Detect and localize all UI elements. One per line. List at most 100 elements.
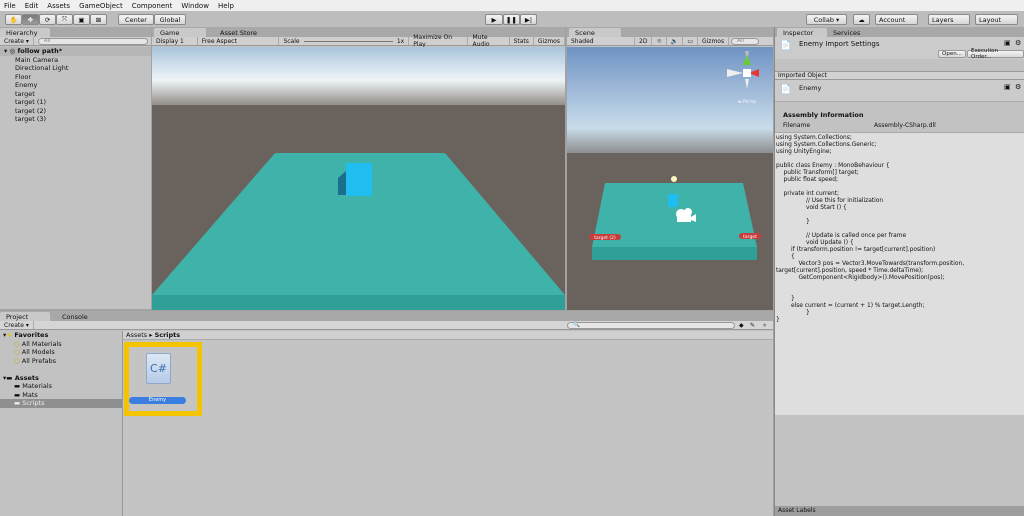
pause-button[interactable]: ❚❚ xyxy=(503,14,520,25)
menu-file[interactable]: File xyxy=(4,2,16,10)
stats-toggle[interactable]: Stats xyxy=(510,37,534,45)
gear-icon[interactable]: ⚙ xyxy=(1015,83,1021,91)
play-button[interactable]: ▶ xyxy=(485,14,503,25)
execution-order-button[interactable]: Execution Order... xyxy=(967,48,1024,60)
menu-window[interactable]: Window xyxy=(181,2,209,10)
tab-hierarchy[interactable]: Hierarchy xyxy=(0,28,50,37)
layers-label: Layers xyxy=(932,15,954,24)
help-icon[interactable]: ▣ xyxy=(1004,83,1011,91)
rect-tool-button[interactable]: ▣ xyxy=(73,14,90,25)
csharp-script-icon[interactable]: C# xyxy=(146,353,171,384)
move-icon: ✥ xyxy=(27,15,34,24)
favorite-item[interactable]: ○ All Materials xyxy=(0,340,122,349)
filter-label-icon[interactable]: ✎ xyxy=(750,322,755,329)
lighting-toggle[interactable]: ☼ xyxy=(652,37,667,45)
search-placeholder: All xyxy=(737,38,744,44)
tab-asset-store[interactable]: Asset Store xyxy=(214,28,264,37)
filter-type-icon[interactable]: ◆ xyxy=(739,322,744,329)
scene-root[interactable]: ▾ ◎ follow path* xyxy=(0,47,151,56)
create-button[interactable]: Create ▾ xyxy=(0,321,34,329)
folder-label: Favorites xyxy=(14,331,49,340)
shading-dropdown[interactable]: Shaded xyxy=(567,37,635,45)
create-button[interactable]: Create ▾ xyxy=(0,37,34,45)
target-label-text: target (2) xyxy=(594,235,616,241)
project-search[interactable]: 🔍 xyxy=(567,321,735,329)
display-dropdown[interactable]: Display 1 xyxy=(152,37,198,45)
folder-item[interactable]: ▬ Mats xyxy=(0,391,122,400)
tab-console[interactable]: Console xyxy=(56,312,94,321)
menu-help[interactable]: Help xyxy=(218,2,234,10)
search-icon: ○ xyxy=(14,356,20,365)
folder-item-selected[interactable]: ▬ Scripts xyxy=(0,399,122,408)
mute-toggle[interactable]: Mute Audio xyxy=(468,34,510,48)
collab-dropdown[interactable]: Collab ▾ xyxy=(806,14,847,25)
scale-slider[interactable]: Scale 1x xyxy=(279,37,410,45)
assets-folder[interactable]: ▾ ▬ Assets xyxy=(0,374,122,383)
rotate-tool-button[interactable]: ⟳ xyxy=(39,14,56,25)
menu-assets[interactable]: Assets xyxy=(47,2,70,10)
pause-icon: ❚❚ xyxy=(506,15,517,24)
scene-viewport[interactable]: target (2) target ◄ Persp xyxy=(567,47,773,310)
favorite-star-icon[interactable]: ★ xyxy=(762,322,767,329)
scene-search[interactable]: All xyxy=(731,37,760,45)
cloud-icon: ☁ xyxy=(858,15,865,24)
hierarchy-item[interactable]: target (3) xyxy=(0,115,151,124)
tab-services[interactable]: Services xyxy=(827,28,867,37)
hierarchy-item[interactable]: Floor xyxy=(0,73,151,82)
filename-label: Filename xyxy=(783,122,811,129)
layers-dropdown[interactable]: Layers xyxy=(928,14,970,25)
account-dropdown[interactable]: Account xyxy=(875,14,918,25)
space-toggle[interactable]: Global xyxy=(154,14,186,25)
asset-name-label[interactable]: Enemy xyxy=(129,397,186,404)
favorite-item[interactable]: ○ All Models xyxy=(0,348,122,357)
tab-project[interactable]: Project xyxy=(0,312,50,321)
folder-item[interactable]: ▬ Materials xyxy=(0,382,122,391)
hierarchy-item[interactable]: Main Camera xyxy=(0,56,151,65)
hierarchy-item[interactable]: Enemy xyxy=(0,81,151,90)
search-icon: 🔍 xyxy=(573,322,580,328)
scene-gizmos-dropdown[interactable]: Gizmos xyxy=(698,37,730,45)
help-icon[interactable]: ▣ xyxy=(1004,39,1011,47)
transform-tool-button[interactable]: ⊠ xyxy=(90,14,107,25)
favorites-folder[interactable]: ▾ ★ Favorites xyxy=(0,331,122,340)
breadcrumb: Assets ▸ Scripts xyxy=(123,331,773,340)
project-panel: Project Console Create ▾ 🔍 ◆ ✎ ★ ▾ ★ Fav… xyxy=(0,311,773,516)
tab-label: Hierarchy xyxy=(6,28,38,37)
audio-toggle[interactable]: 🔈 xyxy=(667,37,684,45)
breadcrumb-item[interactable]: Assets xyxy=(126,331,147,339)
move-tool-button[interactable]: ✥ xyxy=(22,14,39,25)
hand-tool-button[interactable]: ✋ xyxy=(5,14,22,25)
assembly-info-header: Assembly Information xyxy=(783,111,864,119)
menu-gameobject[interactable]: GameObject xyxy=(79,2,123,10)
menu-component[interactable]: Component xyxy=(132,2,173,10)
pivot-toggle[interactable]: Center xyxy=(118,14,154,25)
cloud-button[interactable]: ☁ xyxy=(853,14,870,25)
step-button[interactable]: ▶| xyxy=(520,14,537,25)
aspect-dropdown[interactable]: Free Aspect xyxy=(198,37,280,45)
open-button[interactable]: Open... xyxy=(938,50,966,58)
2d-toggle[interactable]: 2D xyxy=(635,37,653,45)
tab-game[interactable]: Game xyxy=(154,28,206,37)
hierarchy-item[interactable]: target xyxy=(0,90,151,99)
hierarchy-item[interactable]: target (1) xyxy=(0,98,151,107)
scale-tool-button[interactable]: ⤧ xyxy=(56,14,73,25)
hierarchy-item[interactable]: target (2) xyxy=(0,107,151,116)
gizmos-dropdown[interactable]: Gizmos xyxy=(534,37,565,45)
hand-icon: ✋ xyxy=(9,15,18,24)
tab-label: Game xyxy=(160,28,180,37)
effects-dropdown[interactable]: ▭ xyxy=(683,37,698,45)
favorite-item[interactable]: ○ All Prefabs xyxy=(0,357,122,366)
layout-dropdown[interactable]: Layout xyxy=(975,14,1018,25)
game-viewport[interactable] xyxy=(152,47,565,310)
maximize-toggle[interactable]: Maximize On Play xyxy=(409,34,469,48)
gear-icon[interactable]: ⚙ xyxy=(1015,39,1021,47)
hierarchy-search[interactable]: All xyxy=(37,37,148,45)
breadcrumb-item[interactable]: Scripts xyxy=(155,331,181,339)
enemy-cube xyxy=(346,163,372,196)
menu-edit[interactable]: Edit xyxy=(25,2,39,10)
target-label-text: target xyxy=(743,234,757,240)
asset-labels-bar[interactable]: Asset Labels xyxy=(775,506,1024,516)
tab-inspector[interactable]: Inspector xyxy=(777,28,827,37)
tab-scene[interactable]: Scene xyxy=(569,28,621,37)
hierarchy-item[interactable]: Directional Light xyxy=(0,64,151,73)
